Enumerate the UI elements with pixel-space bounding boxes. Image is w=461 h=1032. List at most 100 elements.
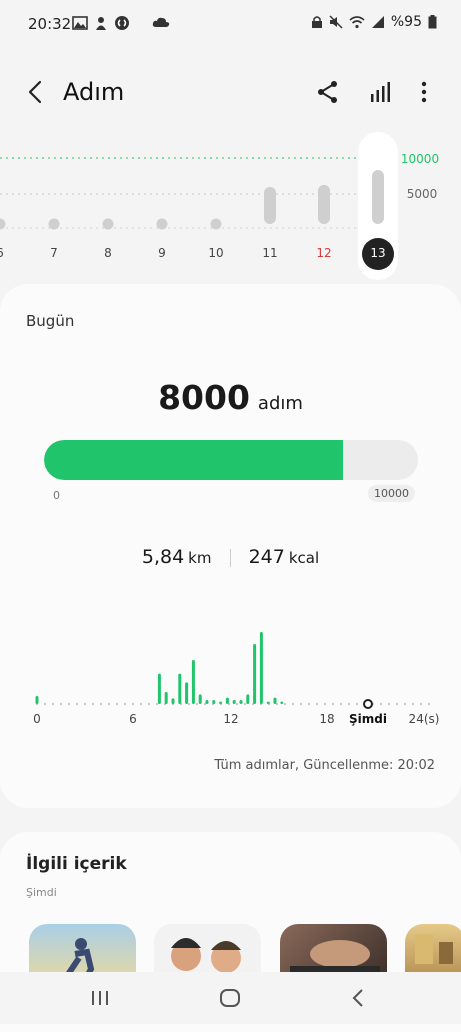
baseline-dot xyxy=(292,703,294,705)
back-icon[interactable] xyxy=(347,986,371,1010)
baseline-dot xyxy=(308,703,310,705)
person-icon xyxy=(96,17,106,30)
baseline-dot xyxy=(332,703,334,705)
status-bar: 20:32 %95 xyxy=(0,0,461,48)
baseline-dot xyxy=(132,703,134,705)
day-dot xyxy=(102,218,114,230)
now-marker xyxy=(363,699,373,709)
day-dot xyxy=(48,218,60,230)
baseline-dot xyxy=(108,703,110,705)
baseline-dot xyxy=(156,703,158,705)
hour-bar xyxy=(178,673,182,704)
hour-bar xyxy=(164,692,168,704)
baseline-dot xyxy=(404,703,406,705)
baseline-dot xyxy=(396,703,398,705)
day-dot xyxy=(0,218,6,230)
hour-label-18: 18 xyxy=(319,712,335,726)
recents-icon[interactable] xyxy=(88,986,112,1010)
hour-bar xyxy=(273,697,277,704)
steps-progress-fill xyxy=(44,440,344,480)
baseline-dot xyxy=(348,703,350,705)
mute-icon xyxy=(329,15,343,29)
more-options-icon[interactable] xyxy=(410,78,438,106)
hour-bar xyxy=(212,700,216,704)
hour-bar xyxy=(253,644,257,704)
distance-unit: km xyxy=(188,549,212,567)
stats-divider xyxy=(229,548,231,567)
goal-label: 10000 xyxy=(400,152,440,166)
chart-icon[interactable] xyxy=(366,78,394,106)
baseline-dot xyxy=(68,703,70,705)
today-label: Bugün xyxy=(26,312,75,330)
system-nav-bar xyxy=(0,972,461,1024)
stats-row: 5,84 km 247 kcal xyxy=(0,546,461,568)
day-dot xyxy=(210,218,222,230)
baseline-dot xyxy=(420,703,422,705)
hour-label-6: 6 xyxy=(129,712,137,726)
gallery-icon xyxy=(72,16,88,30)
baseline-dot xyxy=(44,703,46,705)
baseline-dot xyxy=(52,703,54,705)
day-dot xyxy=(156,218,168,230)
hour-bar xyxy=(246,694,250,704)
baseline-dot xyxy=(388,703,390,705)
day-bar xyxy=(372,170,384,224)
baseline-dot xyxy=(324,703,326,705)
signal-icon xyxy=(371,16,384,28)
day-label[interactable]: 10 xyxy=(208,246,223,260)
baseline-dot xyxy=(92,703,94,705)
baseline-dot xyxy=(244,703,246,705)
day-label[interactable]: 8 xyxy=(104,246,112,260)
cloud-icon xyxy=(152,17,170,27)
steps-value: 8000 xyxy=(158,378,250,417)
baseline-dot xyxy=(428,703,430,705)
weekly-chart-canvas xyxy=(0,132,400,280)
related-title: İlgili içerik xyxy=(26,854,127,874)
hour-bar xyxy=(219,701,223,704)
baseline-dot xyxy=(276,703,278,705)
wifi-icon xyxy=(349,16,365,29)
hour-bar xyxy=(205,700,209,704)
baseline-dot xyxy=(316,703,318,705)
hour-label-24: 24(s) xyxy=(408,712,440,726)
progress-max-label: 10000 xyxy=(368,485,415,502)
progress-min-label: 0 xyxy=(53,489,60,502)
baseline-dot xyxy=(84,703,86,705)
lock-icon xyxy=(311,16,322,28)
day-label[interactable]: 6 xyxy=(0,246,4,260)
calories-unit: kcal xyxy=(288,549,320,567)
steps-total: 8000 adım xyxy=(0,378,461,417)
hour-bar xyxy=(185,682,189,704)
day-label[interactable]: 13 xyxy=(370,246,385,260)
battery-icon xyxy=(428,15,437,29)
mid-label: 5000 xyxy=(406,187,438,201)
hour-bar xyxy=(259,632,263,704)
day-bar xyxy=(264,186,276,224)
home-icon[interactable] xyxy=(218,986,242,1010)
steps-progress-bar xyxy=(44,440,418,480)
baseline-dot xyxy=(60,703,62,705)
day-label[interactable]: 11 xyxy=(262,246,277,260)
baseline-dot xyxy=(356,703,358,705)
today-card: Bugün 8000 adım 0 10000 5,84 km 247 kcal 0 … xyxy=(0,284,461,808)
hour-label-now: Şimdi xyxy=(349,712,387,726)
baseline-dot xyxy=(196,703,198,705)
baseline-dot xyxy=(204,703,206,705)
app-bar: Adım xyxy=(0,66,461,118)
status-time: 20:32 xyxy=(28,15,72,33)
hour-bar xyxy=(280,701,284,704)
hour-bar xyxy=(171,698,175,704)
day-label[interactable]: 9 xyxy=(158,246,166,260)
hour-bar xyxy=(266,701,270,704)
hour-bar xyxy=(232,700,236,704)
hour-bar xyxy=(35,696,39,704)
share-icon[interactable] xyxy=(314,78,342,106)
day-label[interactable]: 12 xyxy=(316,246,331,260)
day-bar xyxy=(318,184,330,224)
updated-text: Tüm adımlar, Güncellenme: 20:02 xyxy=(214,758,435,773)
page-title: Adım xyxy=(63,78,125,106)
weekly-step-chart[interactable]: 10000 5000 6 7 8 9 10 11 12 13 xyxy=(0,130,461,280)
day-label[interactable]: 7 xyxy=(50,246,58,260)
back-arrow-icon[interactable] xyxy=(22,78,50,106)
distance-value: 5,84 xyxy=(141,546,185,568)
